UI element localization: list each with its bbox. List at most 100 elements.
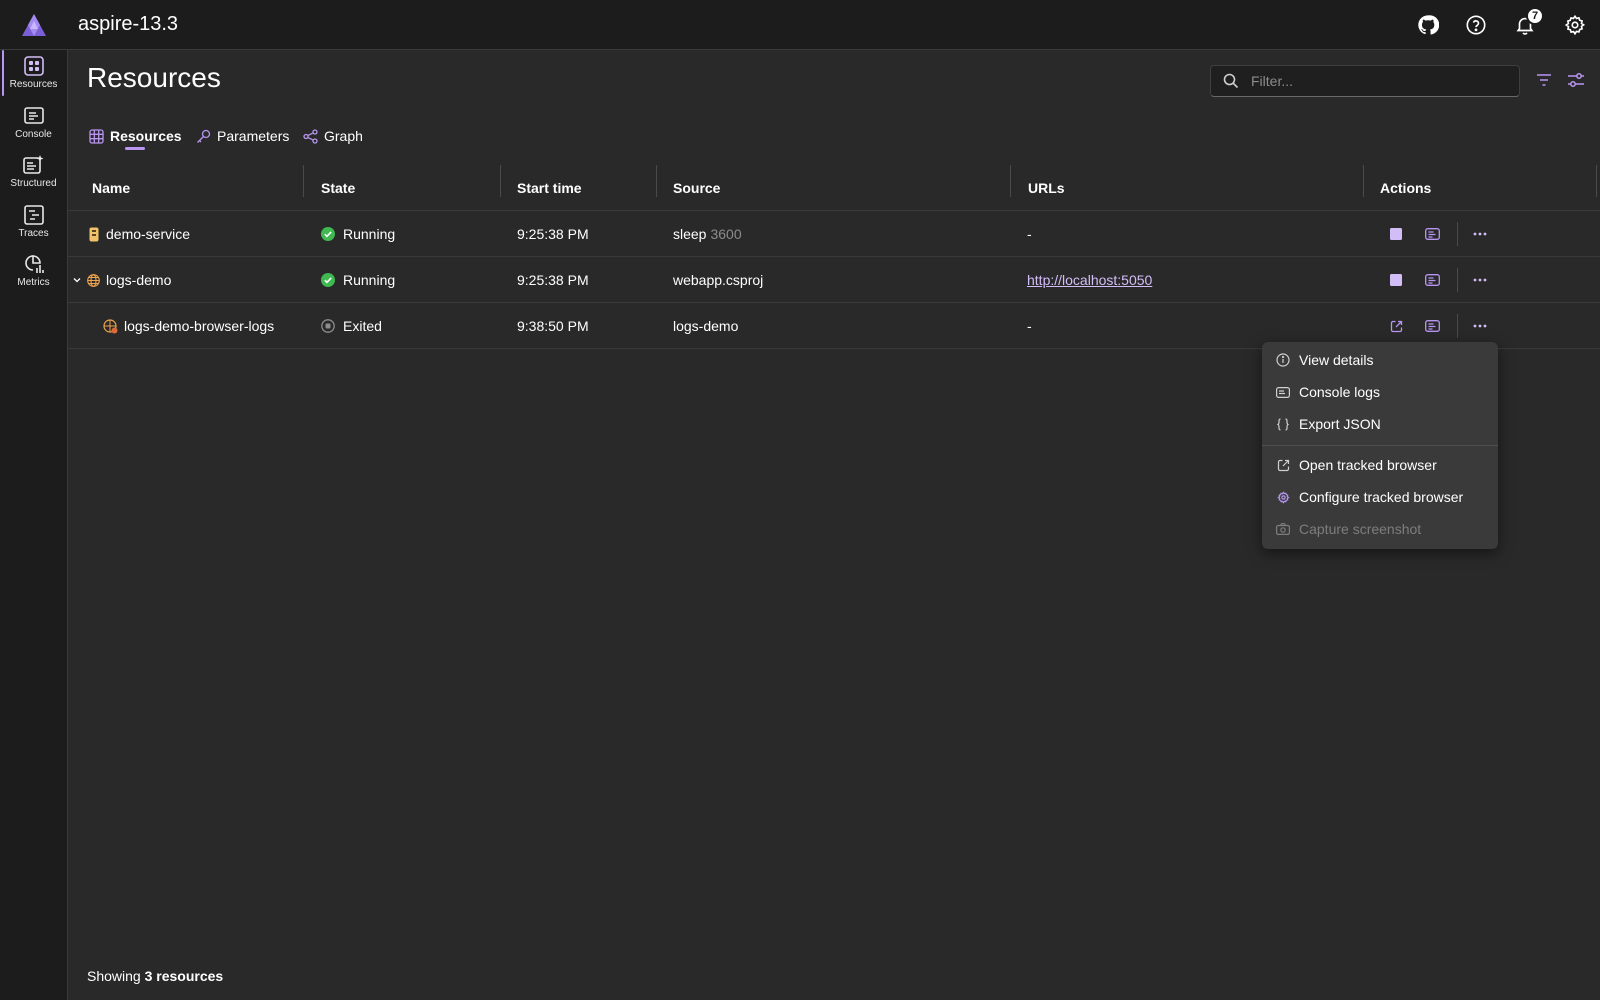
state-cell: Running bbox=[321, 257, 395, 303]
menu-item-console-logs[interactable]: Console logs bbox=[1262, 376, 1498, 408]
key-icon bbox=[196, 129, 211, 144]
traces-icon bbox=[23, 204, 45, 226]
open-external-icon bbox=[1276, 458, 1290, 472]
menu-item-label: Configure tracked browser bbox=[1299, 489, 1464, 505]
running-check-icon bbox=[321, 227, 335, 241]
column-header-start-time[interactable]: Start time bbox=[517, 165, 582, 211]
tab-resources-label: Resources bbox=[110, 128, 182, 144]
nav-structured-label: Structured bbox=[10, 178, 57, 189]
console-logs-icon[interactable] bbox=[1423, 271, 1441, 289]
state-text: Running bbox=[343, 226, 396, 242]
nav-console[interactable]: Console bbox=[0, 100, 67, 148]
console-logs-icon bbox=[1276, 385, 1290, 399]
nav-metrics[interactable]: Metrics bbox=[0, 248, 67, 296]
column-header-actions: Actions bbox=[1380, 180, 1432, 196]
column-divider[interactable] bbox=[500, 165, 501, 197]
column-header-urls[interactable]: URLs bbox=[1028, 165, 1065, 211]
graph-icon bbox=[303, 128, 318, 144]
running-check-icon bbox=[321, 273, 335, 287]
source-cell: logs-demo bbox=[673, 303, 738, 349]
tab-graph-label: Graph bbox=[324, 128, 363, 144]
settings-gear-icon[interactable] bbox=[1563, 13, 1587, 37]
top-bar: aspire-13.3 7 bbox=[0, 0, 1600, 50]
table-row[interactable]: logs-demo Running 9:25:38 PM webapp.cspr… bbox=[68, 257, 1600, 303]
menu-item-label: View details bbox=[1299, 352, 1374, 368]
column-header-state[interactable]: State bbox=[321, 165, 355, 211]
state-text: Running bbox=[343, 272, 396, 288]
state-text: Exited bbox=[343, 318, 382, 334]
column-divider[interactable] bbox=[303, 165, 304, 197]
nav-traces-label: Traces bbox=[18, 228, 49, 239]
open-external-icon[interactable] bbox=[1387, 317, 1405, 335]
filter-input[interactable] bbox=[1251, 71, 1511, 91]
filter-lines-icon[interactable] bbox=[1534, 70, 1554, 90]
more-options-icon[interactable] bbox=[1471, 317, 1489, 335]
actions-divider bbox=[1457, 314, 1458, 338]
start-time: 9:25:38 PM bbox=[517, 226, 589, 242]
stop-icon[interactable] bbox=[1387, 271, 1405, 289]
source-text: logs-demo bbox=[673, 318, 739, 334]
state-cell: Exited bbox=[321, 303, 382, 349]
nav-resources[interactable]: Resources bbox=[0, 50, 67, 98]
tab-parameters[interactable]: Parameters bbox=[196, 124, 289, 148]
column-divider[interactable] bbox=[1596, 165, 1597, 197]
page-title: Resources bbox=[87, 62, 221, 93]
source-cell: sleep 3600 bbox=[673, 211, 742, 257]
column-divider[interactable] bbox=[1363, 165, 1364, 197]
source-cell: webapp.csproj bbox=[673, 257, 763, 303]
camera-icon bbox=[1276, 522, 1290, 536]
help-icon[interactable] bbox=[1464, 13, 1488, 37]
console-logs-icon[interactable] bbox=[1423, 317, 1441, 335]
state-cell: Running bbox=[321, 211, 395, 257]
tab-resources[interactable]: Resources bbox=[89, 124, 182, 148]
table-row[interactable]: demo-service Running 9:25:38 PM sleep 36… bbox=[68, 211, 1600, 257]
menu-item-view-details[interactable]: View details bbox=[1262, 344, 1498, 376]
column-divider[interactable] bbox=[1010, 165, 1011, 197]
aspire-logo[interactable] bbox=[21, 13, 47, 37]
menu-divider bbox=[1262, 445, 1498, 446]
stop-icon[interactable] bbox=[1387, 225, 1405, 243]
url-text: - bbox=[1027, 318, 1032, 334]
resource-name-cell: demo-service bbox=[89, 211, 190, 257]
menu-item-label: Console logs bbox=[1299, 384, 1380, 400]
expand-chevron-icon[interactable] bbox=[72, 257, 82, 303]
column-divider[interactable] bbox=[656, 165, 657, 197]
notification-count-badge: 7 bbox=[1526, 7, 1544, 25]
nav-traces[interactable]: Traces bbox=[0, 199, 67, 247]
github-icon[interactable] bbox=[1416, 13, 1440, 37]
menu-item-label: Export JSON bbox=[1299, 416, 1381, 432]
source-text: sleep bbox=[673, 226, 707, 242]
menu-item-open-tracked-browser[interactable]: Open tracked browser bbox=[1262, 449, 1498, 481]
executable-icon bbox=[89, 227, 99, 242]
source-args: 3600 bbox=[710, 226, 742, 242]
side-navigation: Resources Console Structured Traces Metr… bbox=[0, 50, 68, 1000]
menu-item-configure-tracked-browser[interactable]: Configure tracked browser bbox=[1262, 481, 1498, 513]
filter-box bbox=[1210, 65, 1520, 97]
tab-graph[interactable]: Graph bbox=[303, 124, 363, 148]
more-options-icon[interactable] bbox=[1471, 225, 1489, 243]
gear-icon bbox=[1276, 490, 1290, 504]
structured-icon bbox=[22, 154, 45, 176]
nav-structured[interactable]: Structured bbox=[0, 149, 67, 197]
resource-name[interactable]: logs-demo bbox=[106, 272, 171, 288]
actions-divider bbox=[1457, 222, 1458, 246]
column-header-source[interactable]: Source bbox=[673, 165, 720, 211]
grid-icon bbox=[89, 128, 104, 144]
console-logs-icon[interactable] bbox=[1423, 225, 1441, 243]
actions-divider bbox=[1457, 268, 1458, 292]
settings-sliders-icon[interactable] bbox=[1566, 70, 1586, 90]
column-header-name[interactable]: Name bbox=[92, 165, 130, 211]
resource-name[interactable]: logs-demo-browser-logs bbox=[124, 318, 274, 334]
menu-item-export-json[interactable]: Export JSON bbox=[1262, 408, 1498, 440]
menu-item-label: Capture screenshot bbox=[1299, 521, 1422, 537]
info-icon bbox=[1276, 353, 1290, 367]
menu-item-label: Open tracked browser bbox=[1299, 457, 1437, 473]
table-header: Name State Start time Source URLs Action… bbox=[68, 165, 1600, 211]
active-tab-indicator bbox=[125, 147, 145, 150]
more-options-icon[interactable] bbox=[1471, 271, 1489, 289]
url-text: - bbox=[1027, 226, 1032, 242]
endpoint-url-link[interactable]: http://localhost:5050 bbox=[1027, 272, 1152, 288]
resource-name[interactable]: demo-service bbox=[106, 226, 190, 242]
resource-count-footer: Showing 3 resources bbox=[87, 968, 223, 984]
footer-count: 3 resources bbox=[144, 968, 224, 984]
